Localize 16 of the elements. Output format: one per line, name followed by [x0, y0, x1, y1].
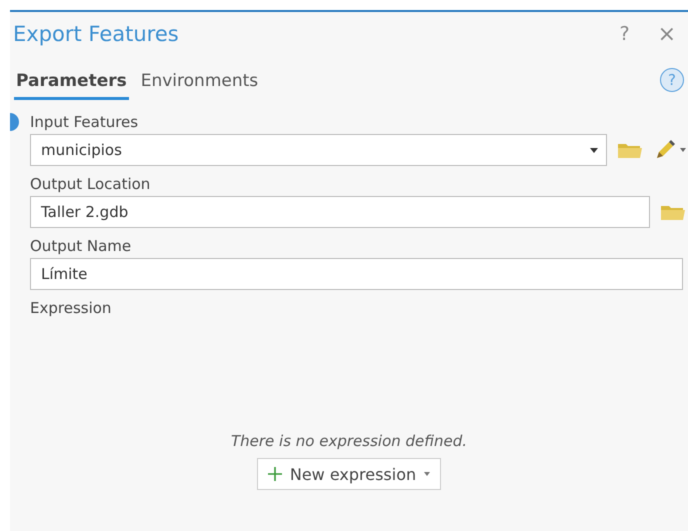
field-label: Output Name [30, 237, 132, 255]
plus-icon [268, 467, 282, 481]
input-field[interactable]: Taller 2.gdb [30, 196, 650, 228]
section-label: Expression [30, 298, 112, 319]
caret-icon [680, 148, 686, 152]
window-title: Export Features [13, 22, 180, 46]
tab[interactable]: Parameters [14, 71, 129, 100]
empty-message: There is no expression defined. [230, 432, 468, 450]
field-label: Output Location [30, 175, 150, 193]
dropdown-field[interactable]: municipios [30, 134, 607, 166]
caret-icon [424, 472, 430, 476]
input-field[interactable]: Límite [30, 258, 683, 290]
tab[interactable]: Environments [138, 71, 260, 100]
field-label: Input Features [30, 113, 138, 131]
caret-icon [590, 148, 598, 152]
new-expression-button[interactable]: New expression [256, 458, 442, 490]
